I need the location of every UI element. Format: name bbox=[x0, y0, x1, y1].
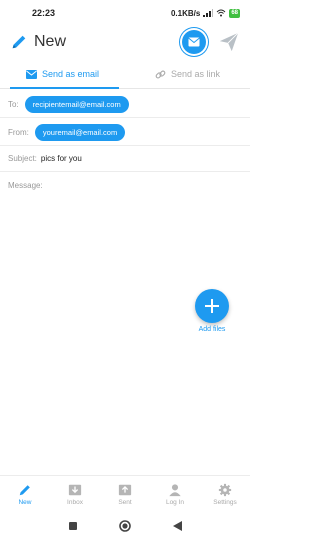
nav-label: Inbox bbox=[67, 498, 83, 506]
status-time: 22:23 bbox=[32, 8, 56, 18]
add-files-label: Add files bbox=[198, 326, 226, 333]
envelope-icon bbox=[25, 69, 37, 79]
user-icon bbox=[169, 483, 181, 496]
to-field[interactable]: To: recipientemail@email.com bbox=[0, 92, 250, 118]
tab-label: Send as link bbox=[170, 69, 221, 79]
inbox-icon bbox=[68, 484, 82, 495]
tab-send-as-link[interactable]: Send as link bbox=[125, 60, 250, 88]
nav-label: Settings bbox=[213, 498, 237, 506]
nav-item-login[interactable]: Log In bbox=[150, 476, 200, 512]
system-nav-bar bbox=[0, 511, 250, 541]
envelope-icon bbox=[188, 37, 200, 47]
plus-icon bbox=[205, 299, 219, 313]
subject-field[interactable]: Subject: pics for you bbox=[0, 146, 250, 172]
back-button[interactable] bbox=[172, 521, 182, 531]
from-label: From: bbox=[8, 128, 29, 137]
gear-icon bbox=[218, 483, 232, 496]
pencil-icon bbox=[12, 35, 26, 49]
recipient-chip[interactable]: recipientemail@email.com bbox=[24, 96, 129, 113]
from-field[interactable]: From: youremail@email.com bbox=[0, 120, 250, 146]
tab-label: Send as email bbox=[41, 69, 100, 79]
message-field[interactable]: Message: bbox=[0, 172, 250, 198]
pencil-icon bbox=[19, 484, 30, 495]
nav-label: Sent bbox=[118, 498, 132, 506]
nav-item-new[interactable]: New bbox=[0, 476, 50, 512]
bottom-nav: New Inbox Sent Log In Settings bbox=[0, 475, 250, 512]
send-button[interactable] bbox=[218, 31, 240, 53]
subject-label: Subject: bbox=[8, 154, 37, 163]
nav-item-inbox[interactable]: Inbox bbox=[50, 476, 100, 512]
home-button[interactable] bbox=[118, 520, 131, 532]
app-header: New bbox=[0, 26, 250, 58]
page-title: New bbox=[34, 33, 67, 50]
nav-item-settings[interactable]: Settings bbox=[200, 476, 250, 512]
wifi-icon bbox=[216, 9, 226, 17]
link-icon bbox=[155, 70, 166, 78]
signal-icon bbox=[203, 9, 214, 17]
recents-button[interactable] bbox=[68, 522, 77, 530]
status-bar: 22:23 0.1KB/s 68 bbox=[0, 0, 250, 26]
nav-item-sent[interactable]: Sent bbox=[100, 476, 150, 512]
battery-icon: 68 bbox=[229, 8, 240, 18]
tab-send-as-email[interactable]: Send as email bbox=[0, 60, 125, 89]
nav-label: New bbox=[18, 498, 32, 506]
network-speed: 0.1KB/s bbox=[170, 8, 201, 18]
nav-label: Log In bbox=[165, 498, 185, 506]
email-mode-button[interactable] bbox=[182, 30, 206, 54]
subject-input[interactable]: pics for you bbox=[41, 154, 82, 163]
status-indicators: 0.1KB/s 68 bbox=[170, 8, 240, 18]
add-files-button[interactable] bbox=[195, 289, 229, 323]
message-label: Message: bbox=[8, 180, 43, 190]
sender-chip[interactable]: youremail@email.com bbox=[34, 124, 126, 141]
to-label: To: bbox=[8, 100, 19, 109]
send-mode-tabs: Send as email Send as link bbox=[0, 60, 250, 89]
sent-icon bbox=[118, 484, 132, 495]
